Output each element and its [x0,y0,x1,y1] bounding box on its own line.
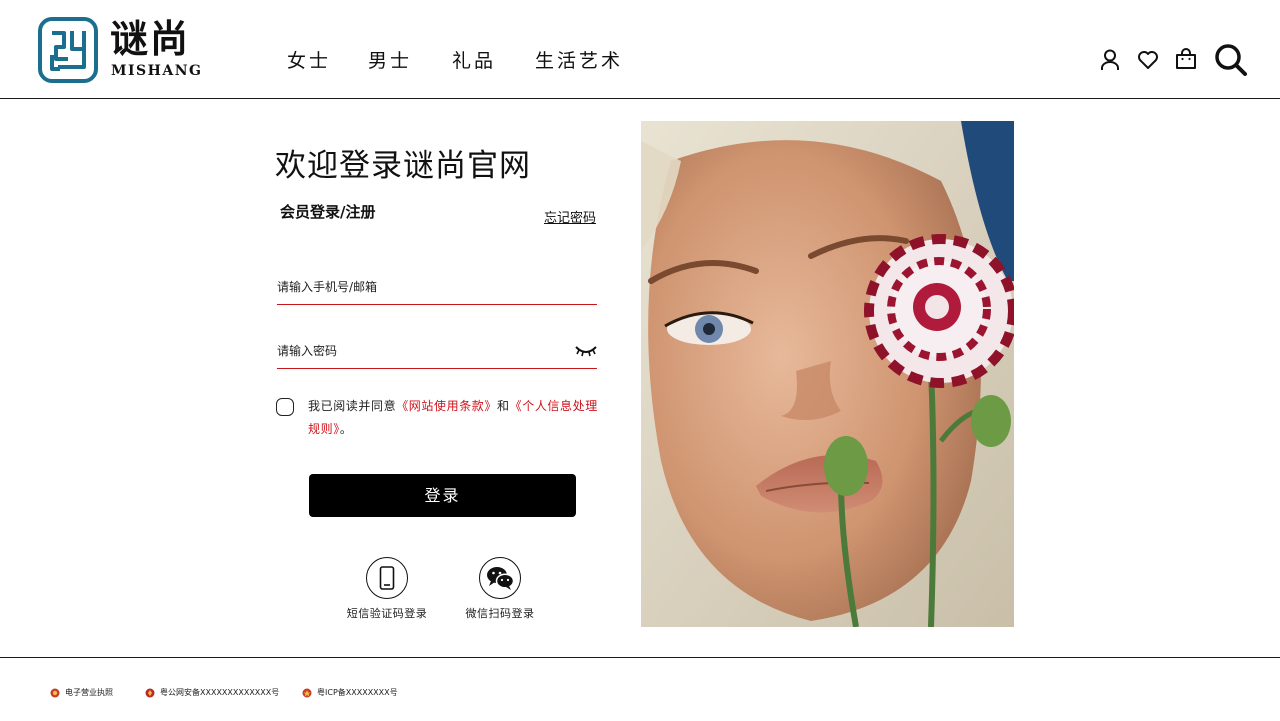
sms-login-label: 短信验证码登录 [346,607,428,620]
footer-icp[interactable]: 粤ICP备XXXXXXXX号 [302,687,398,698]
nav-item-men[interactable]: 男士 [368,46,412,73]
phone-email-input[interactable] [277,274,567,300]
brand-name-cn: 谜尚 [110,17,191,61]
business-license-icon [50,688,60,698]
hero-model-image [641,121,1014,627]
search-icon[interactable] [1214,43,1248,77]
mobile-phone-icon [379,566,395,590]
footer-public-security[interactable]: 粤公网安备XXXXXXXXXXXXX号 [145,687,279,698]
nav-item-gifts[interactable]: 礼品 [452,46,496,73]
agree-prefix: 我已阅读并同意 [308,399,397,413]
member-login-tab[interactable]: 会员登录/注册 [280,201,375,222]
agree-terms-checkbox[interactable] [276,398,294,416]
user-icon[interactable] [1100,49,1120,71]
phone-email-field [277,270,597,305]
carnation-flower [864,234,1014,388]
sms-login-option[interactable]: 短信验证码登录 [337,557,437,621]
footer-business-license[interactable]: 电子营业执照 [50,687,113,698]
wechat-login-label: 微信扫码登录 [465,607,535,620]
login-button[interactable]: 登录 [309,474,576,517]
password-input[interactable] [277,338,567,364]
eye-closed-icon[interactable] [575,345,597,357]
nav-item-women[interactable]: 女士 [287,46,331,73]
icp-label: 粤ICP备XXXXXXXX号 [317,688,398,697]
forgot-password-link[interactable]: 忘记密码 [544,207,596,226]
agree-terms-text: 我已阅读并同意《网站使用条款》和《个人信息处理规则》。 [308,395,603,441]
agree-suffix: 。 [339,422,353,436]
agree-and: 和 [497,399,510,413]
password-field [277,334,597,369]
logo-mark-icon [38,17,98,83]
site-footer: 电子营业执照 粤公网安备XXXXXXXXXXXXX号 粤ICP备XXXXXXXX… [0,657,1280,721]
icp-badge-icon [302,688,312,698]
heart-icon[interactable] [1137,50,1159,70]
sms-login-circle [366,557,408,599]
brand-logo[interactable]: 谜尚 MISHANG [38,17,208,83]
site-header: 谜尚 MISHANG 女士 男士 礼品 生活艺术 [0,0,1280,99]
wechat-login-circle [479,557,521,599]
brand-name-en: MISHANG [111,63,203,79]
terms-link[interactable]: 《网站使用条款》 [396,399,497,413]
shopping-bag-icon[interactable] [1175,48,1197,70]
business-license-label: 电子营业执照 [65,688,113,697]
wechat-icon [487,567,515,590]
nav-item-lifestyle-art[interactable]: 生活艺术 [535,46,623,73]
police-badge-icon [145,688,155,698]
wechat-login-option[interactable]: 微信扫码登录 [450,557,550,621]
public-security-label: 粤公网安备XXXXXXXXXXXXX号 [160,688,280,697]
login-title: 欢迎登录谜尚官网 [275,148,531,184]
